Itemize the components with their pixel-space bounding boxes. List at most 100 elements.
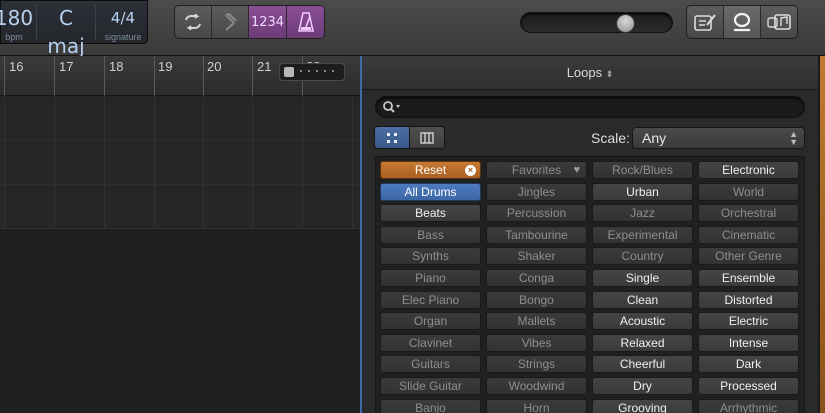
keyword-button[interactable]: Country (592, 247, 693, 266)
keyword-button[interactable]: Jazz (592, 204, 693, 223)
keyword-button[interactable]: Ensemble (698, 268, 799, 287)
keyword-label: Electric (728, 314, 769, 329)
bar-line (252, 97, 253, 227)
keyword-button[interactable]: Elec Piano (380, 290, 481, 309)
keyword-button[interactable]: Electronic (698, 161, 799, 179)
keyword-button[interactable]: Tambourine (486, 225, 587, 244)
timeline-ruler[interactable]: 16 17 18 19 20 21 22 (0, 56, 361, 96)
keyword-button[interactable]: Other Genre (698, 247, 799, 266)
keyword-label: Horn (523, 400, 550, 413)
keyword-label: Organ (413, 314, 448, 329)
keyword-button[interactable]: Jingles (486, 182, 587, 201)
keyword-button[interactable]: Dry (592, 376, 693, 395)
master-volume-slider[interactable] (520, 12, 673, 33)
keyword-button[interactable]: Strings (486, 355, 587, 374)
keyword-button[interactable]: Banjo (380, 398, 481, 413)
bar-number: 19 (158, 59, 173, 74)
media-browser-icon (767, 14, 791, 30)
keyword-button[interactable]: All Drums (380, 182, 481, 201)
keyword-button[interactable]: Mallets (486, 312, 587, 331)
keyword-button[interactable]: Beats (380, 204, 481, 223)
keyword-label: Jazz (630, 206, 655, 221)
keyword-button[interactable]: Organ (380, 312, 481, 331)
signature-display[interactable]: 4/4 signature (97, 1, 149, 45)
lcd-divider (95, 5, 96, 41)
ruler-zoom-slider[interactable] (279, 63, 345, 81)
bar-number: 17 (59, 59, 74, 74)
tracks-area: 16 17 18 19 20 21 22 (0, 56, 361, 413)
tuner-button[interactable] (212, 6, 249, 38)
keyword-button[interactable]: Percussion (486, 204, 587, 223)
keyword-button[interactable]: Electric (698, 312, 799, 331)
keyword-button[interactable]: Guitars (380, 355, 481, 374)
ruler-tick (54, 56, 55, 96)
metronome-button[interactable] (287, 6, 324, 38)
lcd-divider (36, 5, 37, 41)
button-view-toggle[interactable] (375, 127, 410, 148)
keyword-label: Vibes (521, 335, 552, 350)
keyword-button[interactable]: World (698, 182, 799, 201)
keyword-button[interactable]: Shaker (486, 247, 587, 266)
scale-dropdown[interactable]: Any ▲ ▼ (632, 127, 805, 149)
bar-line (302, 97, 303, 227)
keyword-button[interactable]: Dark (698, 355, 799, 374)
keyword-label: Acoustic (619, 314, 666, 329)
keyword-button[interactable]: Single (592, 268, 693, 287)
keyword-button[interactable]: Reset × (380, 161, 481, 179)
zoom-knob[interactable] (284, 67, 294, 77)
keyword-button[interactable]: Horn (486, 398, 587, 413)
keyword-button[interactable]: Vibes (486, 333, 587, 352)
tuning-fork-icon (225, 13, 237, 31)
keyword-button[interactable]: Piano (380, 268, 481, 287)
keyword-button[interactable]: Urban (592, 182, 693, 201)
cycle-icon (185, 14, 201, 30)
keyword-button[interactable]: Distorted (698, 290, 799, 309)
keyword-label: Grooving (618, 400, 667, 413)
keyword-button[interactable]: Woodwind (486, 376, 587, 395)
keyword-button[interactable]: Cinematic (698, 225, 799, 244)
loop-browser-button[interactable] (724, 6, 761, 38)
keyword-button[interactable]: Relaxed (592, 333, 693, 352)
media-browser-button[interactable] (761, 6, 797, 38)
tempo-display[interactable]: 180 bpm (0, 1, 35, 45)
keyword-label: Cheerful (619, 357, 666, 372)
loop-search-field[interactable] (375, 96, 805, 118)
keyword-button[interactable]: Synths (380, 247, 481, 266)
notepad-button[interactable] (687, 6, 724, 38)
keyword-label: Bongo (519, 292, 554, 307)
keyword-label: Favorites (511, 163, 562, 177)
cycle-button[interactable] (175, 6, 212, 38)
keyword-button[interactable]: Bongo (486, 290, 587, 309)
keyword-button[interactable]: Cheerful (592, 355, 693, 374)
loop-browser-title[interactable]: Loops ⬍ (362, 65, 818, 80)
keyword-button[interactable]: Arrhythmic (698, 398, 799, 413)
keyword-button[interactable]: Clean (592, 290, 693, 309)
keyword-label: Shaker (517, 249, 556, 264)
keyword-button[interactable]: Processed (698, 376, 799, 395)
count-in-button[interactable]: 1234 (249, 6, 287, 38)
view-toggle (374, 126, 445, 149)
volume-knob[interactable] (616, 14, 635, 33)
keyword-button[interactable]: Experimental (592, 225, 693, 244)
keyword-button[interactable]: Slide Guitar (380, 376, 481, 395)
keyword-button[interactable]: Clavinet (380, 333, 481, 352)
view-buttons (686, 5, 798, 39)
key-display[interactable]: C maj key (38, 1, 94, 70)
keyword-label: Strings (517, 357, 556, 372)
keyword-button[interactable]: Orchestral (698, 204, 799, 223)
empty-tracks-area[interactable] (0, 228, 361, 413)
keyword-button[interactable]: Grooving (592, 398, 693, 413)
keyword-label: Mallets (517, 314, 556, 329)
keyword-button[interactable]: Acoustic (592, 312, 693, 331)
loop-browser-header[interactable]: Loops ⬍ (362, 56, 818, 90)
keyword-button[interactable]: Intense (698, 333, 799, 352)
keyword-button[interactable]: Bass (380, 225, 481, 244)
keyword-button[interactable]: Rock/Blues (592, 161, 693, 179)
track-lane[interactable] (0, 97, 361, 227)
keyword-button[interactable]: Favorites ♥ (486, 161, 587, 179)
lcd-display[interactable]: 180 bpm C maj key 4/4 signature (0, 0, 149, 70)
keyword-button[interactable]: Conga (486, 268, 587, 287)
search-input[interactable] (404, 99, 794, 115)
column-view-toggle[interactable] (409, 127, 444, 148)
clear-icon: × (465, 165, 476, 176)
